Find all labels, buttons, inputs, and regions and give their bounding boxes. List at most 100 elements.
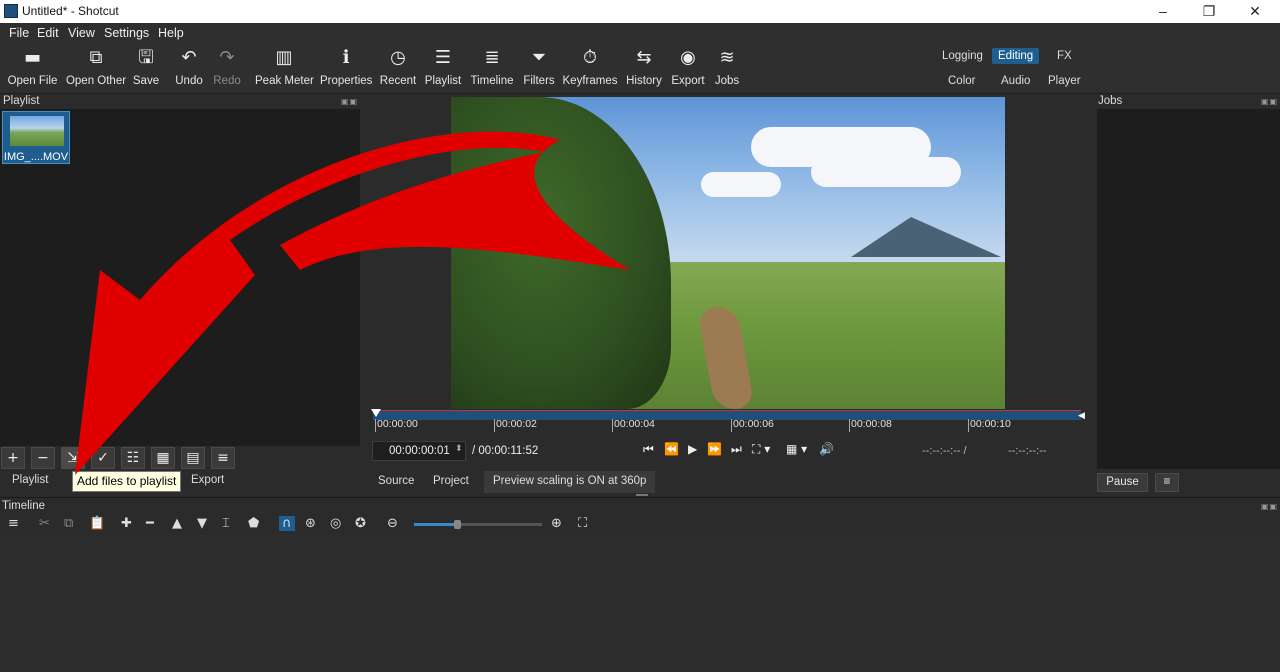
- ruler-label: 00:00:02: [496, 418, 537, 430]
- preview-cloud: [701, 172, 781, 197]
- playlist-update-button[interactable]: ✓: [91, 447, 115, 469]
- preview-cloud: [811, 157, 961, 187]
- timeline-button[interactable]: ≣ Timeline: [469, 43, 515, 93]
- timeline-dock-buttons[interactable]: ▣▣: [1261, 502, 1278, 511]
- filters-button[interactable]: ⏷ Filters: [521, 43, 557, 93]
- undo-button[interactable]: ↶ Undo: [172, 43, 206, 93]
- history-button[interactable]: ⇆ History: [624, 43, 664, 93]
- menu-file[interactable]: File: [9, 26, 29, 40]
- paste-button[interactable]: 📋: [89, 516, 105, 531]
- volume-button[interactable]: 🔊: [819, 442, 834, 456]
- playlist-tiles-view-button[interactable]: ▦: [151, 447, 175, 469]
- split-button[interactable]: ⌶: [222, 516, 230, 531]
- peak-meter-button[interactable]: ▥ Peak Meter: [255, 43, 314, 93]
- zoom-slider-handle[interactable]: [454, 520, 461, 529]
- timecode-spinner-icon[interactable]: ⬍: [455, 443, 463, 454]
- snap-button[interactable]: ∩: [279, 516, 295, 531]
- jobs-button[interactable]: ≋ Jobs: [712, 43, 742, 93]
- preview-scaling-notice: Preview scaling is ON at 360p: [484, 471, 656, 493]
- timeline-menu-button[interactable]: ≡: [8, 516, 19, 531]
- jobs-list[interactable]: [1097, 109, 1280, 469]
- preview-mountain: [851, 217, 1001, 257]
- jobs-dock-buttons[interactable]: ▣▣: [1261, 97, 1278, 106]
- menu-edit[interactable]: Edit: [37, 26, 59, 40]
- timeline-icon: ≣: [484, 47, 500, 68]
- ruler-label: 00:00:00: [377, 418, 418, 430]
- zoom-out-button[interactable]: ⊖: [387, 516, 398, 531]
- ruler-label: 00:00:04: [614, 418, 655, 430]
- append-button[interactable]: ✚: [121, 516, 132, 531]
- peak-meter-icon: ▥: [275, 47, 293, 68]
- rewind-button[interactable]: ⏪: [664, 442, 679, 456]
- open-other-button[interactable]: ⧉ Open Other: [64, 43, 128, 93]
- out-point-timecode: --:--:--:--: [1008, 445, 1047, 457]
- current-timecode-field[interactable]: 00:00:00:01: [372, 441, 466, 461]
- playlist-icons-view-button[interactable]: ▤: [181, 447, 205, 469]
- recent-button[interactable]: ◷ Recent: [379, 43, 417, 93]
- playlist-dock-buttons[interactable]: ▣▣: [341, 97, 358, 106]
- layout-fx[interactable]: FX: [1057, 50, 1072, 62]
- export-button[interactable]: ◉ Export: [669, 43, 707, 93]
- playlist-menu-button[interactable]: ≡: [211, 447, 235, 469]
- undo-icon: ↶: [181, 47, 197, 68]
- redo-button[interactable]: ↷ Redo: [211, 43, 243, 93]
- skip-to-end-button[interactable]: ⏭: [731, 442, 742, 457]
- layout-editing[interactable]: Editing: [992, 48, 1040, 64]
- playlist-button[interactable]: ☰ Playlist: [423, 43, 463, 93]
- zoom-slider-fill: [414, 523, 457, 526]
- tab-source[interactable]: Source: [370, 471, 422, 493]
- timeline-panel-title: Timeline: [2, 500, 46, 512]
- tab-export[interactable]: Export: [181, 471, 234, 491]
- ripple-all-tracks-button[interactable]: ✪: [355, 516, 366, 531]
- splitter-handle[interactable]: [636, 494, 648, 496]
- layout-audio[interactable]: Audio: [1001, 75, 1030, 87]
- save-button[interactable]: 🖫 Save: [131, 43, 161, 93]
- playlist-append-button[interactable]: +: [1, 447, 25, 469]
- ripple-button[interactable]: ◎: [330, 516, 341, 531]
- playlist-details-view-button[interactable]: ☷: [121, 447, 145, 469]
- add-files-to-playlist-button[interactable]: ⇲: [61, 447, 85, 469]
- properties-button[interactable]: ℹ Properties: [320, 43, 372, 93]
- ripple-delete-button[interactable]: ━: [146, 516, 154, 531]
- menu-help[interactable]: Help: [158, 26, 184, 40]
- playhead-marker[interactable]: [371, 409, 381, 417]
- overwrite-button[interactable]: ▼: [197, 516, 207, 531]
- pause-jobs-button[interactable]: Pause: [1097, 473, 1148, 492]
- fast-forward-button[interactable]: ⏩: [707, 442, 722, 456]
- layout-color[interactable]: Color: [948, 75, 975, 87]
- menu-settings[interactable]: Settings: [104, 26, 149, 40]
- ruler-tick: [612, 419, 613, 432]
- zoom-in-button[interactable]: ⊕: [551, 516, 562, 531]
- panel-divider: [0, 497, 1280, 498]
- out-marker: ◀: [1078, 410, 1085, 420]
- ruler-tick: [968, 419, 969, 432]
- layout-logging[interactable]: Logging: [942, 50, 983, 62]
- menu-view[interactable]: View: [68, 26, 95, 40]
- lift-button[interactable]: ▲: [172, 516, 182, 531]
- tab-playlist[interactable]: Playlist: [2, 471, 58, 491]
- keyframes-button[interactable]: ⏱ Keyframes: [562, 43, 618, 93]
- skip-to-start-button[interactable]: ⏮: [643, 442, 654, 457]
- cut-button[interactable]: ✂: [39, 516, 50, 531]
- tab-project[interactable]: Project: [425, 471, 477, 493]
- play-button[interactable]: ▶: [688, 442, 697, 456]
- video-preview[interactable]: [451, 97, 1005, 409]
- jobs-menu-button[interactable]: ≡: [1155, 473, 1179, 492]
- menu-bar: File Edit View Settings Help: [0, 23, 1280, 43]
- zoom-to-fit-button[interactable]: ⛶: [578, 516, 587, 531]
- playlist-remove-button[interactable]: −: [31, 447, 55, 469]
- marker-button[interactable]: ⬟: [248, 516, 259, 531]
- minimize-button[interactable]: –: [1140, 2, 1186, 22]
- grid-dropdown-button[interactable]: ▦ ▾: [786, 442, 807, 456]
- copy-button[interactable]: ⧉: [64, 516, 73, 531]
- keyframes-icon: ⏱: [582, 47, 598, 68]
- maximize-button[interactable]: ❐: [1186, 2, 1232, 22]
- close-button[interactable]: ✕: [1232, 2, 1278, 22]
- layout-player[interactable]: Player: [1048, 75, 1081, 87]
- clip-name: IMG_....MOV: [3, 151, 69, 163]
- open-file-button[interactable]: ▬ Open File: [6, 43, 59, 93]
- playlist-item[interactable]: IMG_....MOV: [2, 111, 70, 164]
- timeline-tracks[interactable]: [0, 535, 1280, 672]
- zoom-dropdown-button[interactable]: ⛶ ▾: [752, 442, 770, 457]
- scrub-while-dragging-button[interactable]: ⊛: [305, 516, 316, 531]
